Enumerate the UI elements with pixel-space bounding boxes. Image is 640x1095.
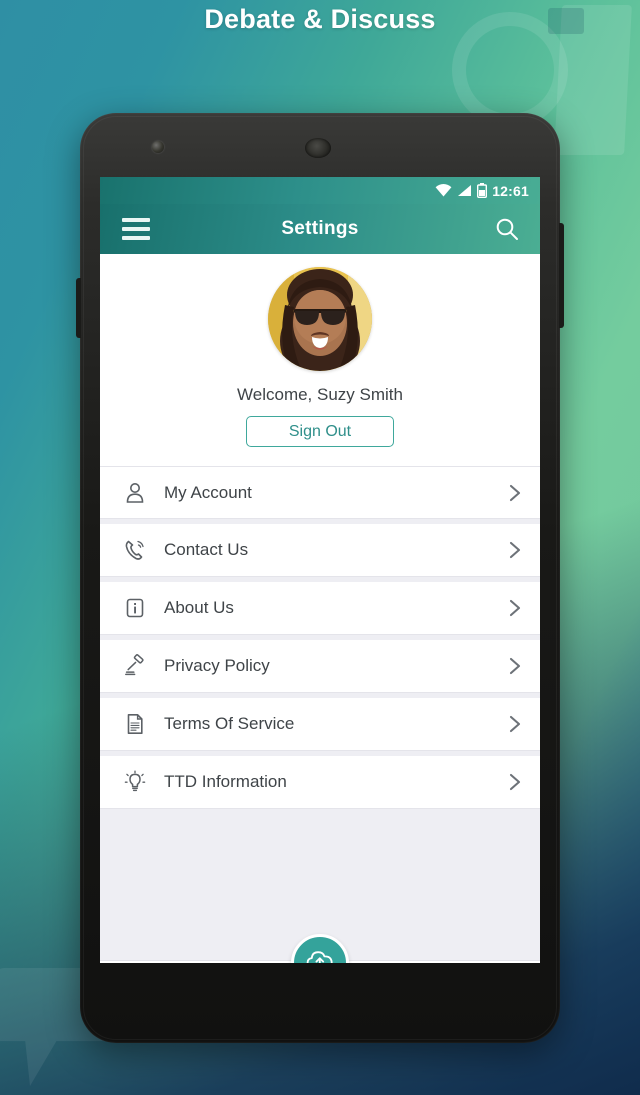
document-icon bbox=[120, 712, 150, 736]
volume-button[interactable] bbox=[559, 223, 564, 328]
list-item-about-us[interactable]: About Us bbox=[100, 582, 540, 635]
bottom-navigation-bar bbox=[100, 934, 540, 963]
list-item-terms-of-service[interactable]: Terms Of Service bbox=[100, 698, 540, 751]
profile-section: Welcome, Suzy Smith Sign Out bbox=[100, 254, 540, 466]
cloud-upload-icon bbox=[303, 944, 337, 963]
list-item-label: Privacy Policy bbox=[164, 656, 270, 675]
screenshot-stage: Debate & Discuss 12:61 Settings Welcome,… bbox=[0, 0, 640, 1095]
wifi-icon bbox=[435, 184, 452, 197]
welcome-text: Welcome, Suzy Smith bbox=[237, 385, 403, 404]
list-item-privacy-policy[interactable]: Privacy Policy bbox=[100, 640, 540, 693]
list-item-label: TTD Information bbox=[164, 772, 287, 791]
earpiece-speaker bbox=[305, 138, 331, 158]
lightbulb-icon bbox=[120, 770, 150, 794]
app-bar-title: Settings bbox=[281, 218, 359, 239]
phone-device-frame: 12:61 Settings Welcome, Suzy Smith Sign … bbox=[76, 113, 564, 1043]
page-title: Debate & Discuss bbox=[204, 4, 436, 34]
avatar[interactable] bbox=[268, 267, 372, 371]
app-bar: Settings bbox=[100, 204, 540, 254]
chevron-right-icon bbox=[506, 772, 524, 792]
status-bar: 12:61 bbox=[100, 177, 540, 204]
signal-icon bbox=[457, 184, 472, 197]
search-icon[interactable] bbox=[494, 216, 520, 242]
chevron-right-icon bbox=[506, 656, 524, 676]
list-item-ttd-information[interactable]: TTD Information bbox=[100, 756, 540, 809]
list-item-label: Terms Of Service bbox=[164, 714, 295, 733]
list-item-contact-us[interactable]: Contact Us bbox=[100, 524, 540, 577]
phone-icon bbox=[120, 538, 150, 562]
hamburger-menu-icon[interactable] bbox=[122, 218, 150, 240]
person-icon bbox=[120, 481, 150, 505]
list-item-label: Contact Us bbox=[164, 540, 249, 559]
chevron-right-icon bbox=[506, 598, 524, 618]
settings-list: My Account Contact Us About Us Privacy P… bbox=[100, 466, 540, 960]
status-clock: 12:61 bbox=[492, 182, 529, 199]
list-item-label: About Us bbox=[164, 598, 234, 617]
gavel-icon bbox=[120, 654, 150, 678]
chevron-right-icon bbox=[506, 714, 524, 734]
front-camera-icon bbox=[152, 141, 164, 153]
list-item-label: My Account bbox=[164, 482, 252, 502]
sign-out-button[interactable]: Sign Out bbox=[246, 416, 394, 447]
chevron-right-icon bbox=[506, 483, 524, 503]
chevron-right-icon bbox=[506, 540, 524, 560]
battery-icon bbox=[477, 183, 488, 198]
phone-screen: 12:61 Settings Welcome, Suzy Smith Sign … bbox=[100, 177, 540, 963]
list-item-my-account[interactable]: My Account bbox=[100, 466, 540, 519]
info-icon bbox=[120, 596, 150, 620]
power-button[interactable] bbox=[76, 278, 81, 338]
